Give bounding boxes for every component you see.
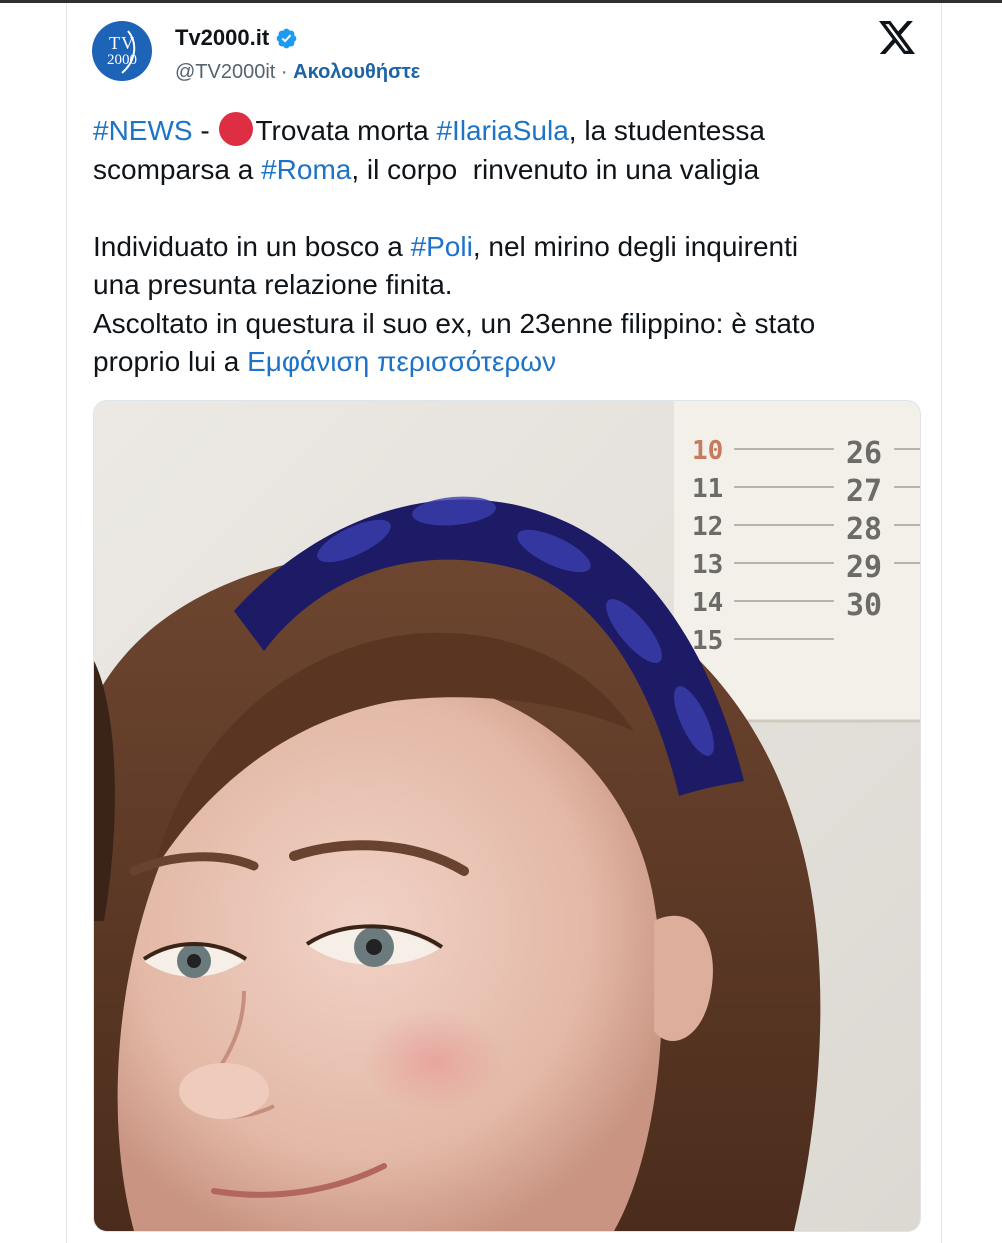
- tweet-card: TV 2000 Tv2000.it @TV2000it · Ακολουθήστ…: [66, 3, 942, 1243]
- nose-tip: [179, 1063, 269, 1119]
- tweet-text-corpo: , il corpo rinvenuto in una valigia: [351, 153, 760, 185]
- calendar-day: 11: [692, 474, 723, 504]
- tweet-text-proprio: proprio lui a: [93, 346, 248, 377]
- calendar-day: 26: [846, 436, 882, 471]
- portrait-photo: 10 11 12 13 14 15 26 27 28 29 30: [94, 401, 920, 1231]
- account-name[interactable]: Tv2000.it: [175, 25, 269, 51]
- tweet-text-scomparsa: scomparsa a: [93, 153, 262, 185]
- tweet-line-3: Individuato in un bosco a #Poli, nel mir…: [93, 228, 923, 267]
- verified-badge-icon: [276, 28, 297, 48]
- hashtag-roma[interactable]: #Roma: [261, 154, 351, 185]
- account-name-row[interactable]: Tv2000.it: [175, 25, 298, 51]
- handle-row: @TV2000it · Ακολουθήστε: [175, 61, 420, 84]
- avatar-logo-line1: TV: [109, 33, 135, 53]
- tweet-text-trovata: Trovata morta: [255, 115, 437, 146]
- calendar-day: 29: [846, 550, 882, 585]
- calendar-day: 10: [692, 436, 723, 466]
- calendar-day: 30: [846, 588, 882, 623]
- cheek-blush: [364, 1011, 504, 1111]
- tweet-text-individuato: Individuato in un bosco a: [93, 230, 411, 262]
- tweet-line-6: proprio lui a Εμφάνιση περισσότερων: [93, 343, 923, 382]
- tweet-text-mirino: , nel mirino degli inquirenti: [472, 230, 799, 262]
- hashtag-poli[interactable]: #Poli: [411, 231, 473, 262]
- tweet-text-studentessa: , la studentessa: [568, 115, 765, 146]
- tweet-line-2: scomparsa a #Roma, il corpo rinvenuto in…: [93, 151, 923, 190]
- calendar-day: 28: [846, 512, 882, 547]
- calendar-day: 27: [846, 474, 882, 509]
- avatar[interactable]: TV 2000: [92, 21, 152, 81]
- tweet-line-1: #NEWS - Trovata morta #IlariaSula, la st…: [93, 112, 923, 151]
- tweet-line-4: una presunta relazione finita.: [93, 269, 453, 300]
- calendar-day: 12: [692, 512, 723, 542]
- hashtag-news[interactable]: #NEWS: [93, 115, 193, 146]
- x-logo-icon[interactable]: [879, 21, 915, 54]
- tweet-text: #NEWS - Trovata morta #IlariaSula, la st…: [93, 112, 923, 382]
- tweet-line-5: Ascoltato in questura il suo ex, un 23en…: [93, 307, 816, 339]
- avatar-logo: TV 2000: [92, 33, 152, 69]
- handle-separator: ·: [280, 61, 288, 83]
- follow-button[interactable]: Ακολουθήστε: [293, 61, 420, 83]
- red-circle-emoji: [219, 112, 254, 146]
- calendar-day: 14: [692, 588, 723, 618]
- account-handle[interactable]: @TV2000it: [175, 61, 275, 83]
- tweet-dash: -: [192, 115, 218, 146]
- hashtag-ilariasula[interactable]: #IlariaSula: [436, 115, 568, 146]
- tweet-media-photo[interactable]: 10 11 12 13 14 15 26 27 28 29 30: [93, 400, 921, 1232]
- calendar-day: 13: [692, 550, 723, 580]
- show-more-link[interactable]: Εμφάνιση περισσότερων: [247, 346, 556, 377]
- avatar-logo-line2: 2000: [107, 52, 137, 68]
- calendar-day: 15: [692, 626, 723, 656]
